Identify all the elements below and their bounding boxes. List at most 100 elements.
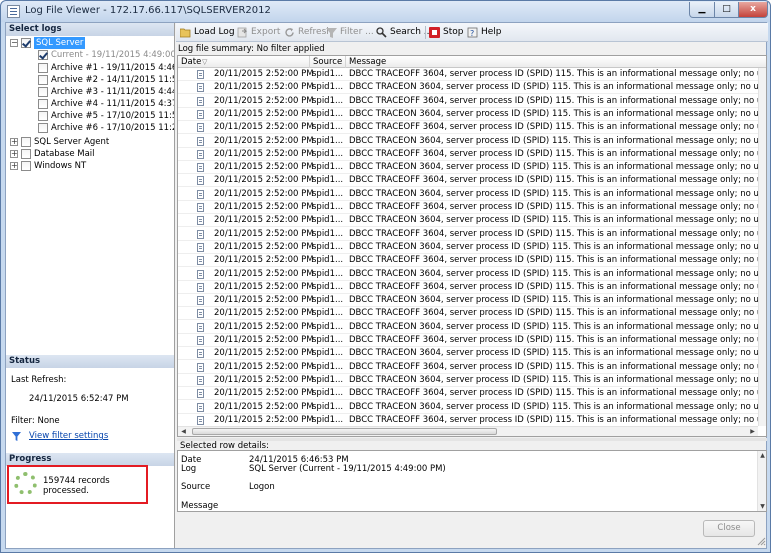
table-row[interactable]: 20/11/2015 2:52:00 PM spid1... DBCC TRACEO… [178, 374, 758, 387]
tree-item[interactable]: − SQL Server [6, 37, 174, 49]
table-row[interactable]: 20/11/2015 2:52:00 PM spid1... DBCC TRACEO… [178, 361, 758, 374]
table-row[interactable]: 20/11/2015 2:52:00 PM spid1... DBCC TRACEO… [178, 334, 758, 347]
table-row[interactable]: 20/11/2015 2:52:00 PM spid1... DBCC TRACEO… [178, 387, 758, 401]
collapse-icon[interactable]: − [10, 39, 18, 47]
table-row[interactable]: 20/11/2015 2:52:00 PM spid1... DBCC TRACEO… [178, 294, 758, 308]
export-button[interactable]: Export [237, 26, 282, 39]
view-filter-settings-link[interactable]: View filter settings [29, 431, 108, 441]
tree-item-checkbox[interactable] [38, 87, 48, 97]
tree-item-checkbox[interactable] [38, 50, 48, 60]
cell-message: DBCC TRACEON 3604, server process ID (SP… [349, 401, 758, 412]
minimize-button[interactable]: ▁ [689, 2, 715, 18]
log-entry-icon [197, 402, 204, 412]
scroll-up-arrow-icon[interactable]: ▲ [758, 451, 766, 460]
tree-item[interactable]: Archive #4 - 11/11/2015 4:37:00 PM [6, 98, 174, 110]
scroll-right-arrow-icon[interactable]: ▶ [748, 427, 757, 436]
column-header-source[interactable]: Source [310, 56, 346, 68]
table-row[interactable]: 20/11/2015 2:52:00 PM spid1... DBCC TRACEO… [178, 268, 758, 281]
expand-icon[interactable]: + [10, 162, 18, 170]
cell-date: 20/11/2015 2:52:00 PM [214, 335, 314, 345]
cell-source: spid1... [312, 335, 344, 345]
tree-item-checkbox[interactable] [38, 123, 48, 133]
grid-vertical-scrollbar[interactable] [758, 68, 766, 426]
log-entry-icon [197, 229, 204, 239]
table-row[interactable]: 20/11/2015 2:52:00 PM spid1... DBCC TRACEO… [178, 321, 758, 334]
grid-body: 20/11/2015 2:52:00 PM spid1... DBCC TRACEO… [178, 68, 758, 426]
close-window-button[interactable]: x [738, 2, 768, 18]
table-row[interactable]: 20/11/2015 2:52:00 PM spid1... DBCC TRACEO… [178, 201, 758, 214]
table-row[interactable]: 20/11/2015 2:52:00 PM spid1... DBCC TRACEO… [178, 414, 758, 426]
load-log-button[interactable]: Load Log [180, 26, 236, 39]
maximize-icon: □ [722, 4, 731, 14]
scroll-down-arrow-icon[interactable]: ▼ [758, 502, 766, 511]
table-row[interactable]: 20/11/2015 2:52:00 PM spid1... DBCC TRACEO… [178, 174, 758, 188]
tree-item[interactable]: Current - 19/11/2015 4:49:00 PM [6, 49, 174, 61]
cell-date: 20/11/2015 2:52:00 PM [214, 374, 314, 385]
cell-date: 20/11/2015 2:52:00 PM [214, 388, 314, 399]
tree-item[interactable]: + SQL Server Agent [6, 136, 174, 148]
details-scrollbar[interactable]: ▲ ▼ [757, 451, 766, 511]
stop-button[interactable]: Stop [429, 26, 464, 39]
scroll-left-arrow-icon[interactable]: ◀ [179, 427, 188, 436]
tree-item-checkbox[interactable] [38, 63, 48, 73]
table-row[interactable]: 20/11/2015 2:52:00 PM spid1... DBCC TRACEO… [178, 95, 758, 108]
table-row[interactable]: 20/11/2015 2:52:00 PM spid1... DBCC TRACEO… [178, 228, 758, 241]
tree-item-checkbox[interactable] [38, 99, 48, 109]
tree-item[interactable]: + Windows NT [6, 160, 174, 172]
column-header-message[interactable]: Message [346, 56, 766, 68]
table-row[interactable]: 20/11/2015 2:52:00 PM spid1... DBCC TRACEO… [178, 254, 758, 268]
table-row[interactable]: 20/11/2015 2:52:00 PM spid1... DBCC TRACEO… [178, 161, 758, 175]
tree-item[interactable]: Archive #3 - 11/11/2015 4:44:00 PM [6, 86, 174, 98]
tree-item[interactable]: Archive #1 - 19/11/2015 4:46:00 PM [6, 62, 174, 74]
tree-item[interactable]: Archive #5 - 17/10/2015 11:55:00 AM [6, 110, 174, 122]
tree-item-checkbox[interactable] [21, 137, 31, 147]
tree-item-checkbox[interactable] [21, 38, 31, 48]
tree-item-checkbox[interactable] [38, 75, 48, 85]
cell-message: DBCC TRACEOFF 3604, server process ID (S… [349, 122, 758, 133]
table-row[interactable]: 20/11/2015 2:52:00 PM spid1... DBCC TRACEO… [178, 148, 758, 161]
tree-item-checkbox[interactable] [21, 149, 31, 159]
table-row[interactable]: 20/11/2015 2:52:00 PM spid1... DBCC TRACEO… [178, 108, 758, 121]
table-row[interactable]: 20/11/2015 2:52:00 PM spid1... DBCC TRACEO… [178, 401, 758, 414]
table-row[interactable]: 20/11/2015 2:52:00 PM spid1... DBCC TRACEO… [178, 135, 758, 148]
tree-item[interactable]: Archive #6 - 17/10/2015 11:28:00 AM [6, 122, 174, 134]
tree-item-label: Archive #4 - 11/11/2015 4:37:00 PM [51, 99, 174, 109]
table-row[interactable]: 20/11/2015 2:52:00 PM spid1... DBCC TRACEO… [178, 347, 758, 361]
tree-item-checkbox[interactable] [38, 111, 48, 121]
help-button[interactable]: ? Help [467, 26, 502, 39]
cell-message: DBCC TRACEOFF 3604, server process ID (S… [349, 148, 758, 159]
table-row[interactable]: 20/11/2015 2:52:00 PM spid1... DBCC TRACEO… [178, 81, 758, 95]
table-row[interactable]: 20/11/2015 2:52:00 PM spid1... DBCC TRACEO… [178, 281, 758, 294]
grid-horizontal-scrollbar[interactable]: ◀ ▶ [178, 426, 758, 436]
table-row[interactable]: 20/11/2015 2:52:00 PM spid1... DBCC TRACEO… [178, 307, 758, 321]
tree-item-checkbox[interactable] [21, 161, 31, 171]
table-row[interactable]: 20/11/2015 2:52:00 PM spid1... DBCC TRACEO… [178, 241, 758, 254]
horizontal-scroll-thumb[interactable] [192, 428, 497, 435]
table-row[interactable]: 20/11/2015 2:52:00 PM spid1... DBCC TRACEO… [178, 121, 758, 135]
maximize-button[interactable]: □ [714, 2, 739, 18]
tree-item-label: Database Mail [34, 149, 95, 159]
client-area: Select logs − SQL Server Current - 19/11/2… [5, 22, 768, 549]
tree-item[interactable]: Archive #2 - 14/11/2015 11:53:00 AM [6, 74, 174, 86]
resize-grip-icon[interactable] [756, 536, 766, 546]
search-button[interactable]: Search ... [376, 26, 432, 39]
log-entry-icon [197, 296, 204, 306]
tree-item[interactable]: + Database Mail [6, 148, 174, 160]
cell-source: spid1... [312, 188, 344, 199]
column-header-date[interactable]: Date ▽ [178, 56, 310, 68]
log-entry-icon [197, 242, 204, 252]
cell-message: DBCC TRACEON 3604, server process ID (SP… [349, 82, 758, 93]
expand-icon[interactable]: + [10, 138, 18, 146]
table-row[interactable]: 20/11/2015 2:52:00 PM spid1... DBCC TRACEO… [178, 68, 758, 81]
expand-icon[interactable]: + [10, 150, 18, 158]
tree-item-label: Windows NT [34, 161, 87, 171]
refresh-button[interactable]: Refresh [284, 26, 332, 39]
cell-date: 20/11/2015 2:52:00 PM [214, 321, 314, 332]
table-row[interactable]: 20/11/2015 2:52:00 PM spid1... DBCC TRACEO… [178, 214, 758, 228]
cell-source: spid1... [312, 388, 344, 399]
close-button[interactable]: Close [703, 520, 755, 537]
title-bar[interactable]: Log File Viewer - 172.17.66.117\SQLSERVE… [1, 1, 770, 22]
cell-message: DBCC TRACEOFF 3604, server process ID (S… [349, 255, 758, 266]
table-row[interactable]: 20/11/2015 2:52:00 PM spid1... DBCC TRACEO… [178, 188, 758, 201]
filter-button[interactable]: Filter ... [326, 26, 376, 39]
